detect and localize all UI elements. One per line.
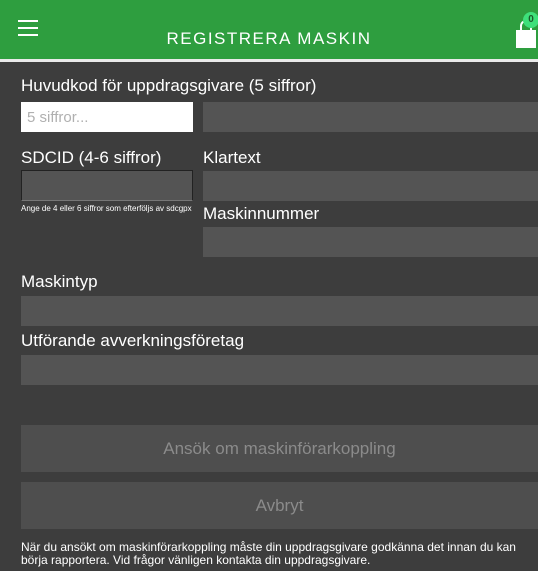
app-header: REGISTRERA MASKIN 0 <box>0 0 538 62</box>
page-title: REGISTRERA MASKIN <box>166 29 372 48</box>
maskinnummer-label: Maskinnummer <box>203 204 320 223</box>
klartext-label: Klartext <box>203 148 261 167</box>
sdcid-label: SDCID (4-6 siffror) <box>21 148 162 167</box>
sdcid-hint: Ange de 4 eller 6 siffror som efterföljs… <box>21 204 192 213</box>
utforande-field <box>21 355 538 385</box>
huvudkod-input[interactable] <box>21 102 193 132</box>
huvudkod-name-field <box>203 102 538 132</box>
maskintyp-label: Maskintyp <box>21 272 98 291</box>
utforande-label: Utförande avverkningsföretag <box>21 331 245 350</box>
klartext-field <box>203 171 538 201</box>
sdcid-input[interactable] <box>21 170 193 201</box>
maskintyp-field <box>21 296 538 326</box>
footer-note: När du ansökt om maskinförarkoppling mås… <box>21 540 516 567</box>
cart-count-badge: 0 <box>523 12 538 28</box>
apply-machine-link-button[interactable]: Ansök om maskinförarkoppling <box>21 425 538 472</box>
cancel-button[interactable]: Avbryt <box>21 482 538 529</box>
huvudkod-label: Huvudkod för uppdragsgivare (5 siffror) <box>21 76 317 95</box>
maskinnummer-field <box>203 227 538 257</box>
